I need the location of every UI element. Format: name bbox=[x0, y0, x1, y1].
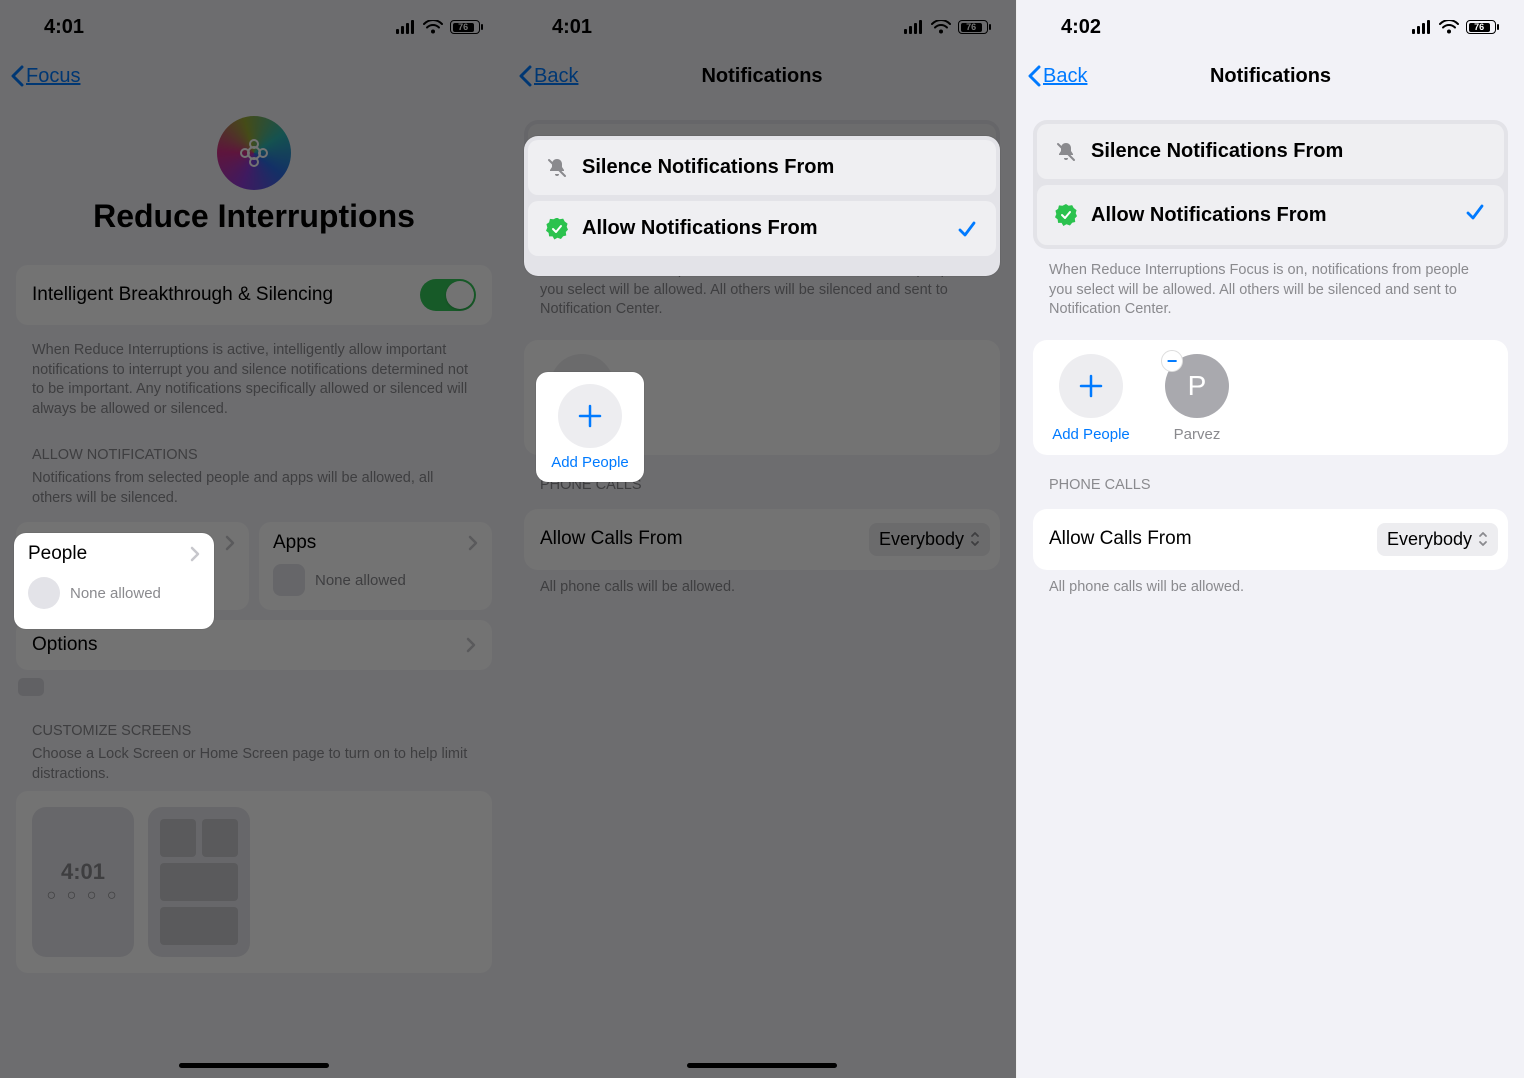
homescreen-preview bbox=[148, 807, 250, 957]
silence-option[interactable]: Silence Notifications From bbox=[528, 140, 996, 195]
chevron-right-icon bbox=[190, 546, 200, 562]
chevron-right-icon bbox=[468, 535, 478, 551]
chevron-left-icon bbox=[518, 65, 532, 87]
allow-calls-selector[interactable]: Everybody bbox=[1377, 523, 1498, 556]
back-button[interactable]: Back bbox=[1027, 65, 1087, 88]
page-title: Notifications bbox=[508, 65, 1016, 88]
back-label: Focus bbox=[26, 65, 80, 88]
hero: Reduce Interruptions bbox=[16, 98, 492, 235]
chevron-right-icon bbox=[466, 637, 476, 653]
calls-card: Allow Calls From Everybody bbox=[1033, 509, 1508, 570]
status-time: 4:01 bbox=[44, 16, 84, 39]
checkmark-icon bbox=[1464, 201, 1486, 229]
plus-icon bbox=[1059, 354, 1123, 418]
screen-notifications-with-contact: 4:02 76 Back Notifications Silence Notif… bbox=[1016, 0, 1524, 1078]
screen-previews[interactable]: 4:01 ○ ○ ○ ○ bbox=[16, 791, 492, 973]
battery-icon: 76 bbox=[450, 20, 480, 34]
wifi-icon bbox=[931, 20, 951, 34]
status-bar: 4:01 76 bbox=[508, 0, 1016, 54]
remove-contact-button[interactable]: − bbox=[1161, 350, 1183, 372]
allow-calls-selector[interactable]: Everybody bbox=[869, 523, 990, 556]
allow-notifications-header: ALLOW NOTIFICATIONS bbox=[16, 425, 492, 469]
contact-name: Parvez bbox=[1153, 426, 1241, 443]
notification-mode-selector: Silence Notifications From Allow Notific… bbox=[1033, 120, 1508, 249]
up-down-chevron-icon bbox=[1478, 531, 1488, 547]
chevron-left-icon bbox=[10, 65, 24, 87]
people-card-highlight[interactable]: People None allowed bbox=[14, 533, 214, 629]
add-people-highlight[interactable]: Add People bbox=[536, 372, 644, 482]
add-people-button[interactable]: Add People bbox=[1047, 354, 1135, 443]
contact-avatar: P − bbox=[1165, 354, 1229, 418]
bell-slash-icon bbox=[1055, 141, 1077, 163]
customize-header: CUSTOMIZE SCREENS bbox=[16, 701, 492, 745]
back-button[interactable]: Focus bbox=[10, 65, 80, 88]
apps-card[interactable]: Apps None allowed bbox=[259, 522, 492, 610]
nav-bar: Back Notifications bbox=[1017, 54, 1524, 98]
customize-desc: Choose a Lock Screen or Home Screen page… bbox=[16, 745, 492, 790]
calls-desc: All phone calls will be allowed. bbox=[524, 570, 1000, 604]
back-label: Back bbox=[534, 65, 578, 88]
checkmark-seal-icon bbox=[546, 218, 568, 240]
allow-calls-value: Everybody bbox=[879, 529, 964, 550]
status-time: 4:02 bbox=[1061, 16, 1101, 39]
plus-icon bbox=[558, 384, 622, 448]
apps-status: None allowed bbox=[315, 572, 406, 589]
apps-label: Apps bbox=[273, 532, 316, 554]
small-placeholder-icon bbox=[18, 678, 44, 696]
lockscreen-preview: 4:01 ○ ○ ○ ○ bbox=[32, 807, 134, 957]
bell-slash-icon bbox=[546, 157, 568, 179]
allow-calls-value: Everybody bbox=[1387, 529, 1472, 550]
cellular-icon bbox=[396, 20, 416, 34]
back-button[interactable]: Back bbox=[518, 65, 578, 88]
allow-option[interactable]: Allow Notifications From bbox=[528, 201, 996, 256]
people-card: Add People P − Parvez bbox=[1033, 340, 1508, 455]
page-title: Notifications bbox=[1017, 65, 1524, 88]
battery-icon: 76 bbox=[958, 20, 988, 34]
mode-description: When Reduce Interruptions Focus is on, n… bbox=[1033, 249, 1508, 326]
segmented-highlight: Silence Notifications From Allow Notific… bbox=[524, 136, 1000, 276]
allow-label: Allow Notifications From bbox=[1091, 204, 1327, 227]
allow-calls-label: Allow Calls From bbox=[540, 528, 683, 550]
screen-notifications-empty: 4:01 76 Back Notifications Silence Notif… bbox=[508, 0, 1016, 1078]
status-bar: 4:01 76 bbox=[0, 0, 508, 54]
checkmark-icon bbox=[956, 218, 978, 240]
page-title: Reduce Interruptions bbox=[16, 198, 492, 235]
calls-desc: All phone calls will be allowed. bbox=[1033, 570, 1508, 604]
calls-card: Allow Calls From Everybody bbox=[524, 509, 1000, 570]
toggle-switch[interactable] bbox=[420, 279, 476, 311]
wifi-icon bbox=[423, 20, 443, 34]
allow-notifications-desc: Notifications from selected people and a… bbox=[16, 469, 492, 514]
status-time: 4:01 bbox=[552, 16, 592, 39]
focus-hero-icon bbox=[217, 116, 291, 190]
allow-calls-label: Allow Calls From bbox=[1049, 528, 1192, 550]
nav-bar: Back Notifications bbox=[508, 54, 1016, 98]
nav-bar: Focus bbox=[0, 54, 508, 98]
apps-avatar-placeholder bbox=[273, 564, 305, 596]
silence-label: Silence Notifications From bbox=[1091, 140, 1343, 163]
home-indicator[interactable] bbox=[179, 1063, 329, 1068]
cellular-icon bbox=[1412, 20, 1432, 34]
add-people-label: Add People bbox=[1047, 426, 1135, 443]
screen-focus-detail: 4:01 76 Focus Reduce Interruptions Intel… bbox=[0, 0, 508, 1078]
up-down-chevron-icon bbox=[970, 531, 980, 547]
battery-icon: 76 bbox=[1466, 20, 1496, 34]
home-indicator[interactable] bbox=[687, 1063, 837, 1068]
toggle-description: When Reduce Interruptions is active, int… bbox=[16, 333, 492, 425]
silence-option[interactable]: Silence Notifications From bbox=[1037, 124, 1504, 179]
allow-option[interactable]: Allow Notifications From bbox=[1037, 185, 1504, 245]
intelligent-toggle-card: Intelligent Breakthrough & Silencing bbox=[16, 265, 492, 325]
checkmark-seal-icon bbox=[1055, 204, 1077, 226]
toggle-label: Intelligent Breakthrough & Silencing bbox=[32, 284, 333, 306]
cellular-icon bbox=[904, 20, 924, 34]
back-label: Back bbox=[1043, 65, 1087, 88]
options-label: Options bbox=[32, 634, 97, 656]
chevron-right-icon bbox=[225, 535, 235, 551]
phone-calls-header: PHONE CALLS bbox=[1033, 455, 1508, 499]
status-bar: 4:02 76 bbox=[1017, 0, 1524, 54]
contact-chip[interactable]: P − Parvez bbox=[1153, 354, 1241, 443]
chevron-left-icon bbox=[1027, 65, 1041, 87]
wifi-icon bbox=[1439, 20, 1459, 34]
